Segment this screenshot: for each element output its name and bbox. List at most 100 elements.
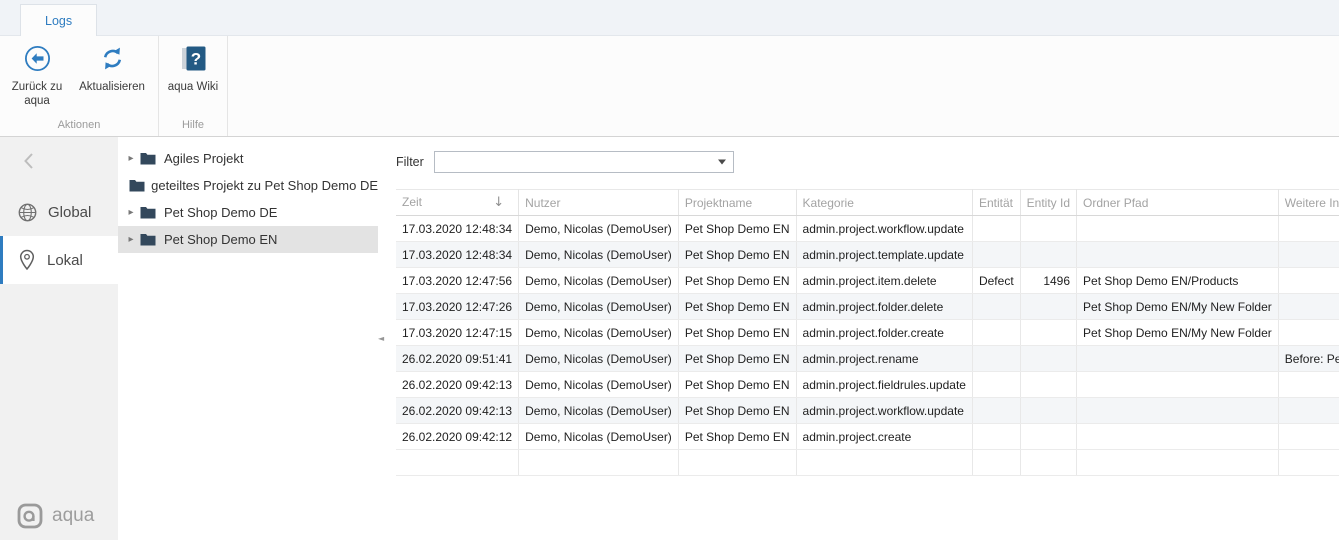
log-cell — [1020, 346, 1076, 372]
log-cell — [1077, 242, 1279, 268]
log-row[interactable]: 26.02.2020 09:42:13Demo, Nicolas (DemoUs… — [396, 372, 1339, 398]
aqua-wiki-button[interactable]: ? aqua Wiki — [163, 42, 223, 98]
log-cell: admin.project.create — [796, 424, 972, 450]
column-header-projektname[interactable]: Projektname — [678, 190, 796, 216]
column-header-kategorie[interactable]: Kategorie — [796, 190, 972, 216]
expand-arrow-icon[interactable]: ▸ — [124, 153, 138, 164]
log-cell: Pet Shop Demo EN — [678, 398, 796, 424]
log-cell — [1278, 268, 1339, 294]
log-cell — [972, 216, 1020, 242]
log-cell — [1020, 398, 1076, 424]
ribbon-tabstrip: Logs — [0, 0, 1339, 36]
column-header-label: Zeit — [402, 195, 422, 209]
tab-logs[interactable]: Logs — [20, 4, 97, 36]
column-header-label: Kategorie — [803, 196, 854, 210]
collapse-sidebar-button[interactable] — [0, 137, 118, 188]
log-cell — [1020, 294, 1076, 320]
column-header-zeit[interactable]: ↓ Zeit — [396, 190, 519, 216]
tree-item-label: Agiles Projekt — [164, 151, 243, 166]
log-cell: Demo, Nicolas (DemoUser) — [519, 320, 679, 346]
sidebar-item-global[interactable]: Global — [0, 188, 118, 236]
log-row[interactable]: 17.03.2020 12:47:26Demo, Nicolas (DemoUs… — [396, 294, 1339, 320]
log-cell: Demo, Nicolas (DemoUser) — [519, 294, 679, 320]
filter-input[interactable] — [435, 152, 723, 172]
log-cell: 26.02.2020 09:42:12 — [396, 424, 519, 450]
globe-icon — [17, 202, 38, 223]
log-cell: Pet Shop Demo EN/My New Folder — [1077, 320, 1279, 346]
log-cell: 17.03.2020 12:47:56 — [396, 268, 519, 294]
log-row[interactable]: 26.02.2020 09:42:13Demo, Nicolas (DemoUs… — [396, 398, 1339, 424]
log-cell — [1278, 398, 1339, 424]
log-cell: admin.project.fieldrules.update — [796, 372, 972, 398]
log-cell: Pet Shop Demo EN/My New Folder — [1077, 294, 1279, 320]
ribbon-group-hilfe: ? aqua Wiki Hilfe — [159, 36, 228, 136]
tree-item[interactable]: geteiltes Projekt zu Pet Shop Demo DE — [118, 172, 378, 199]
log-cell: 17.03.2020 12:48:34 — [396, 242, 519, 268]
project-tree: ▸ Agiles Projekt geteiltes Projekt zu Pet … — [118, 137, 378, 540]
log-row[interactable]: 26.02.2020 09:42:12Demo, Nicolas (DemoUs… — [396, 424, 1339, 450]
main-body: Global Lokal aqua — [0, 137, 1339, 540]
column-header-entität[interactable]: Entität — [972, 190, 1020, 216]
expand-arrow-icon[interactable]: ▸ — [124, 234, 138, 245]
log-cell — [972, 346, 1020, 372]
log-cell: Pet Shop Demo EN — [678, 346, 796, 372]
log-row[interactable]: 17.03.2020 12:48:34Demo, Nicolas (DemoUs… — [396, 216, 1339, 242]
log-cell — [1278, 424, 1339, 450]
log-cell: Pet Shop Demo EN — [678, 268, 796, 294]
help-icon: ? — [180, 45, 207, 77]
ribbon-group-label-aktionen: Aktionen — [0, 117, 158, 136]
log-cell — [1278, 294, 1339, 320]
ribbon-group-label-hilfe: Hilfe — [159, 117, 227, 136]
log-cell — [972, 398, 1020, 424]
log-cell: 17.03.2020 12:47:15 — [396, 320, 519, 346]
refresh-button[interactable]: Aktualisieren — [70, 42, 154, 98]
log-cell — [972, 242, 1020, 268]
log-cell — [1278, 320, 1339, 346]
back-to-aqua-button[interactable]: Zurück zu aqua — [4, 42, 70, 112]
log-cell — [1020, 424, 1076, 450]
splitter-handle[interactable]: ◄ — [378, 137, 390, 540]
aqua-logo-icon — [17, 503, 43, 529]
log-cell — [1077, 372, 1279, 398]
column-header-weitere-infos[interactable]: Weitere Infos — [1278, 190, 1339, 216]
column-header-entity-id[interactable]: Entity Id — [1020, 190, 1076, 216]
sidebar-item-lokal[interactable]: Lokal — [0, 236, 118, 284]
log-cell: Pet Shop Demo EN/Products — [1077, 268, 1279, 294]
log-row[interactable]: 26.02.2020 09:51:41Demo, Nicolas (DemoUs… — [396, 346, 1339, 372]
sidebar-item-label: Global — [48, 204, 91, 221]
aqua-wiki-label: aqua Wiki — [168, 81, 219, 95]
filter-row: Filter — [396, 151, 1339, 173]
log-row[interactable]: 17.03.2020 12:48:34Demo, Nicolas (DemoUs… — [396, 242, 1339, 268]
chevron-down-icon[interactable] — [718, 160, 726, 165]
log-cell: Pet Shop Demo EN — [678, 242, 796, 268]
log-content: Filter ↓ Zeit NutzerProjektname Kategorie En… — [390, 137, 1339, 540]
tree-item[interactable]: ▸Pet Shop Demo DE — [118, 199, 378, 226]
sort-desc-icon: ↓ — [493, 195, 504, 210]
expand-arrow-icon[interactable]: ▸ — [124, 207, 138, 218]
log-cell — [972, 372, 1020, 398]
collapse-tree-icon[interactable]: ◄ — [378, 335, 384, 343]
log-cell: Demo, Nicolas (DemoUser) — [519, 424, 679, 450]
log-cell: 1496 — [1020, 268, 1076, 294]
log-row[interactable]: 17.03.2020 12:47:15Demo, Nicolas (DemoUs… — [396, 320, 1339, 346]
log-cell: Demo, Nicolas (DemoUser) — [519, 398, 679, 424]
column-header-nutzer[interactable]: Nutzer — [519, 190, 679, 216]
log-cell — [1020, 242, 1076, 268]
sidebar: Global Lokal aqua — [0, 137, 118, 540]
pin-icon — [17, 249, 37, 271]
folder-icon — [129, 179, 145, 192]
column-header-ordner-pfad[interactable]: Ordner Pfad — [1077, 190, 1279, 216]
back-to-aqua-label: Zurück zu aqua — [8, 81, 66, 109]
log-row[interactable]: 17.03.2020 12:47:56Demo, Nicolas (DemoUs… — [396, 268, 1339, 294]
column-header-label: Entity Id — [1027, 196, 1070, 210]
tree-item[interactable]: ▸Pet Shop Demo EN — [118, 226, 378, 253]
tree-item-label: geteiltes Projekt zu Pet Shop Demo DE — [151, 178, 378, 193]
folder-icon — [140, 233, 158, 246]
app-window: Logs Zurück zu aqua — [0, 0, 1339, 540]
filter-combobox[interactable] — [434, 151, 734, 173]
tab-logs-label: Logs — [45, 14, 72, 28]
log-cell: 26.02.2020 09:51:41 — [396, 346, 519, 372]
chevron-left-icon — [24, 153, 33, 169]
tree-item[interactable]: ▸ Agiles Projekt — [118, 145, 378, 172]
log-cell: admin.project.workflow.update — [796, 398, 972, 424]
